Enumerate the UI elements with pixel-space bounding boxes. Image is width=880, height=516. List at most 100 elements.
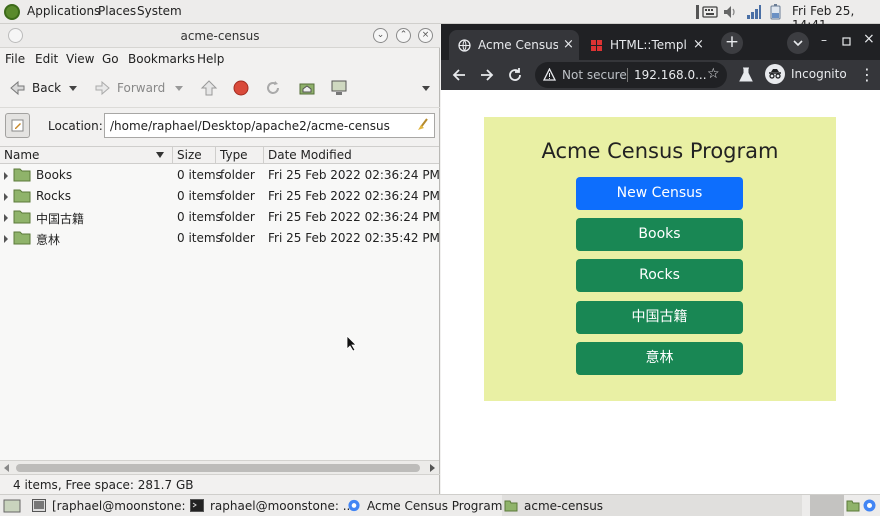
labs-flask-icon[interactable] <box>739 67 753 83</box>
yilin-button[interactable]: 意林 <box>576 342 743 375</box>
table-row[interactable]: Books 0 items folder Fri 25 Feb 2022 02:… <box>0 165 469 185</box>
system-menu[interactable]: System <box>137 4 182 18</box>
tab-html-template[interactable]: HTML::Templa × <box>581 30 711 60</box>
new-tab-button[interactable]: + <box>721 32 743 54</box>
row-type: folder <box>220 168 255 182</box>
top-panel: Applications Places System Fri Feb 25, 1… <box>0 0 880 32</box>
column-header-date-modified[interactable]: Date Modified <box>264 147 439 164</box>
row-size: 0 items <box>177 168 222 182</box>
volume-icon[interactable] <box>722 4 738 20</box>
menu-bookmarks[interactable]: Bookmarks <box>128 52 195 66</box>
row-modified: Fri 25 Feb 2022 02:36:24 PM +08 <box>268 168 470 182</box>
forward-button[interactable]: Forward <box>117 81 165 95</box>
expand-arrow-icon[interactable] <box>4 235 8 243</box>
battery-icon[interactable] <box>768 4 784 20</box>
location-label: Location: <box>48 119 103 133</box>
scroll-left-icon[interactable] <box>3 464 11 472</box>
expand-arrow-icon[interactable] <box>4 193 8 201</box>
horizontal-scrollbar[interactable] <box>0 460 439 474</box>
maximize-icon[interactable] <box>842 37 851 46</box>
chinese-classics-button[interactable]: 中国古籍 <box>576 301 743 334</box>
distro-logo-icon[interactable] <box>4 4 20 20</box>
pencil-icon <box>11 119 24 132</box>
scroll-right-icon[interactable] <box>428 464 436 472</box>
back-history-dropdown-icon[interactable] <box>67 82 79 94</box>
back-arrow-icon[interactable] <box>451 67 467 83</box>
tab-title: HTML::Templa <box>610 38 686 52</box>
workspace-folder-icon[interactable] <box>846 499 860 512</box>
kebab-menu-icon[interactable]: ⋮ <box>859 65 875 84</box>
incognito-icon <box>765 64 785 84</box>
row-name: Books <box>36 168 73 182</box>
menu-go[interactable]: Go <box>102 52 119 66</box>
forward-arrow-icon[interactable] <box>479 67 495 83</box>
status-text: 4 items, Free space: 281.7 GB <box>13 478 194 492</box>
folder-icon <box>504 500 518 512</box>
tab-acme-census[interactable]: Acme Census P × <box>449 30 579 60</box>
keyboard-icon[interactable] <box>702 4 718 20</box>
tab-title: Acme Census P <box>478 38 558 52</box>
expand-arrow-icon[interactable] <box>4 214 8 222</box>
column-header-type[interactable]: Type <box>216 147 264 164</box>
workspace-switcher-active[interactable] <box>810 495 844 516</box>
stop-icon[interactable] <box>232 79 250 97</box>
home-folder-icon[interactable] <box>298 79 316 97</box>
bookmark-star-icon[interactable]: ☆ <box>707 66 720 82</box>
menu-edit[interactable]: Edit <box>35 52 58 66</box>
taskbar-item-terminal-1[interactable]: [raphael@moonstone: ... <box>30 495 201 516</box>
reload-icon[interactable] <box>507 67 523 83</box>
taskbar-item-file-manager[interactable]: acme-census <box>502 495 802 516</box>
maximize-icon[interactable]: ⌃ <box>396 28 411 43</box>
column-header-name[interactable]: Name <box>0 147 173 164</box>
books-button[interactable]: Books <box>576 218 743 251</box>
up-arrow-icon[interactable] <box>200 79 218 97</box>
row-name: 意林 <box>36 233 61 247</box>
address-bar[interactable]: Not secure 192.168.0... ☆ <box>535 62 727 88</box>
computer-icon[interactable] <box>330 79 348 97</box>
close-icon[interactable]: × <box>863 31 875 47</box>
table-row[interactable]: 意林 0 items folder Fri 25 Feb 2022 02:35:… <box>0 228 469 248</box>
file-manager-titlebar[interactable]: acme-census ⌄ ⌃ × <box>0 24 440 48</box>
sort-descending-icon <box>156 152 164 158</box>
tab-strip: Acme Census P × HTML::Templa × + – × <box>441 24 880 60</box>
folder-icon <box>13 189 31 203</box>
clear-location-icon[interactable] <box>415 117 431 133</box>
location-input[interactable] <box>104 113 435 138</box>
rocks-button[interactable]: Rocks <box>576 259 743 292</box>
warning-icon[interactable] <box>543 68 556 81</box>
table-row[interactable]: 中国古籍 0 items folder Fri 25 Feb 2022 02:3… <box>0 207 469 227</box>
row-type: folder <box>220 231 255 245</box>
network-signal-icon[interactable] <box>746 4 762 20</box>
close-icon[interactable]: × <box>418 28 433 43</box>
applications-menu[interactable]: Applications <box>27 4 100 18</box>
minimize-icon[interactable]: ⌄ <box>373 28 388 43</box>
taskbar-item-browser[interactable]: Acme Census Program ... <box>345 495 518 516</box>
menu-file[interactable]: File <box>5 52 25 66</box>
forward-history-dropdown-icon[interactable] <box>173 82 185 94</box>
expand-arrow-icon[interactable] <box>4 172 8 180</box>
toolbar: Back Forward <box>0 70 440 108</box>
file-manager-window: acme-census ⌄ ⌃ × File Edit View Go Book… <box>0 24 469 494</box>
tab-search-button[interactable] <box>787 32 809 54</box>
reload-icon[interactable] <box>264 79 282 97</box>
show-desktop-icon[interactable] <box>3 499 21 513</box>
workspace-browser-icon[interactable] <box>862 498 877 513</box>
file-list: Name Size Type Date Modified Books 0 ite… <box>0 146 469 460</box>
minimize-icon[interactable]: – <box>821 33 827 47</box>
scrollbar-thumb[interactable] <box>16 464 420 472</box>
new-census-button[interactable]: New Census <box>576 177 743 210</box>
column-header-size[interactable]: Size <box>173 147 216 164</box>
toolbar-overflow-icon[interactable] <box>420 82 432 94</box>
back-arrow-icon[interactable] <box>8 79 26 97</box>
taskbar-item-terminal-2[interactable]: raphael@moonstone: ... <box>188 495 354 516</box>
table-row[interactable]: Rocks 0 items folder Fri 25 Feb 2022 02:… <box>0 186 469 206</box>
places-menu[interactable]: Places <box>98 4 136 18</box>
location-edit-toggle[interactable] <box>5 113 30 138</box>
url-text[interactable]: 192.168.0... <box>634 68 707 82</box>
forward-arrow-icon[interactable] <box>94 79 112 97</box>
tab-close-icon[interactable]: × <box>693 37 704 52</box>
back-button[interactable]: Back <box>32 81 61 95</box>
menu-help[interactable]: Help <box>197 52 224 66</box>
menu-view[interactable]: View <box>66 52 94 66</box>
tab-close-icon[interactable]: × <box>563 37 574 52</box>
